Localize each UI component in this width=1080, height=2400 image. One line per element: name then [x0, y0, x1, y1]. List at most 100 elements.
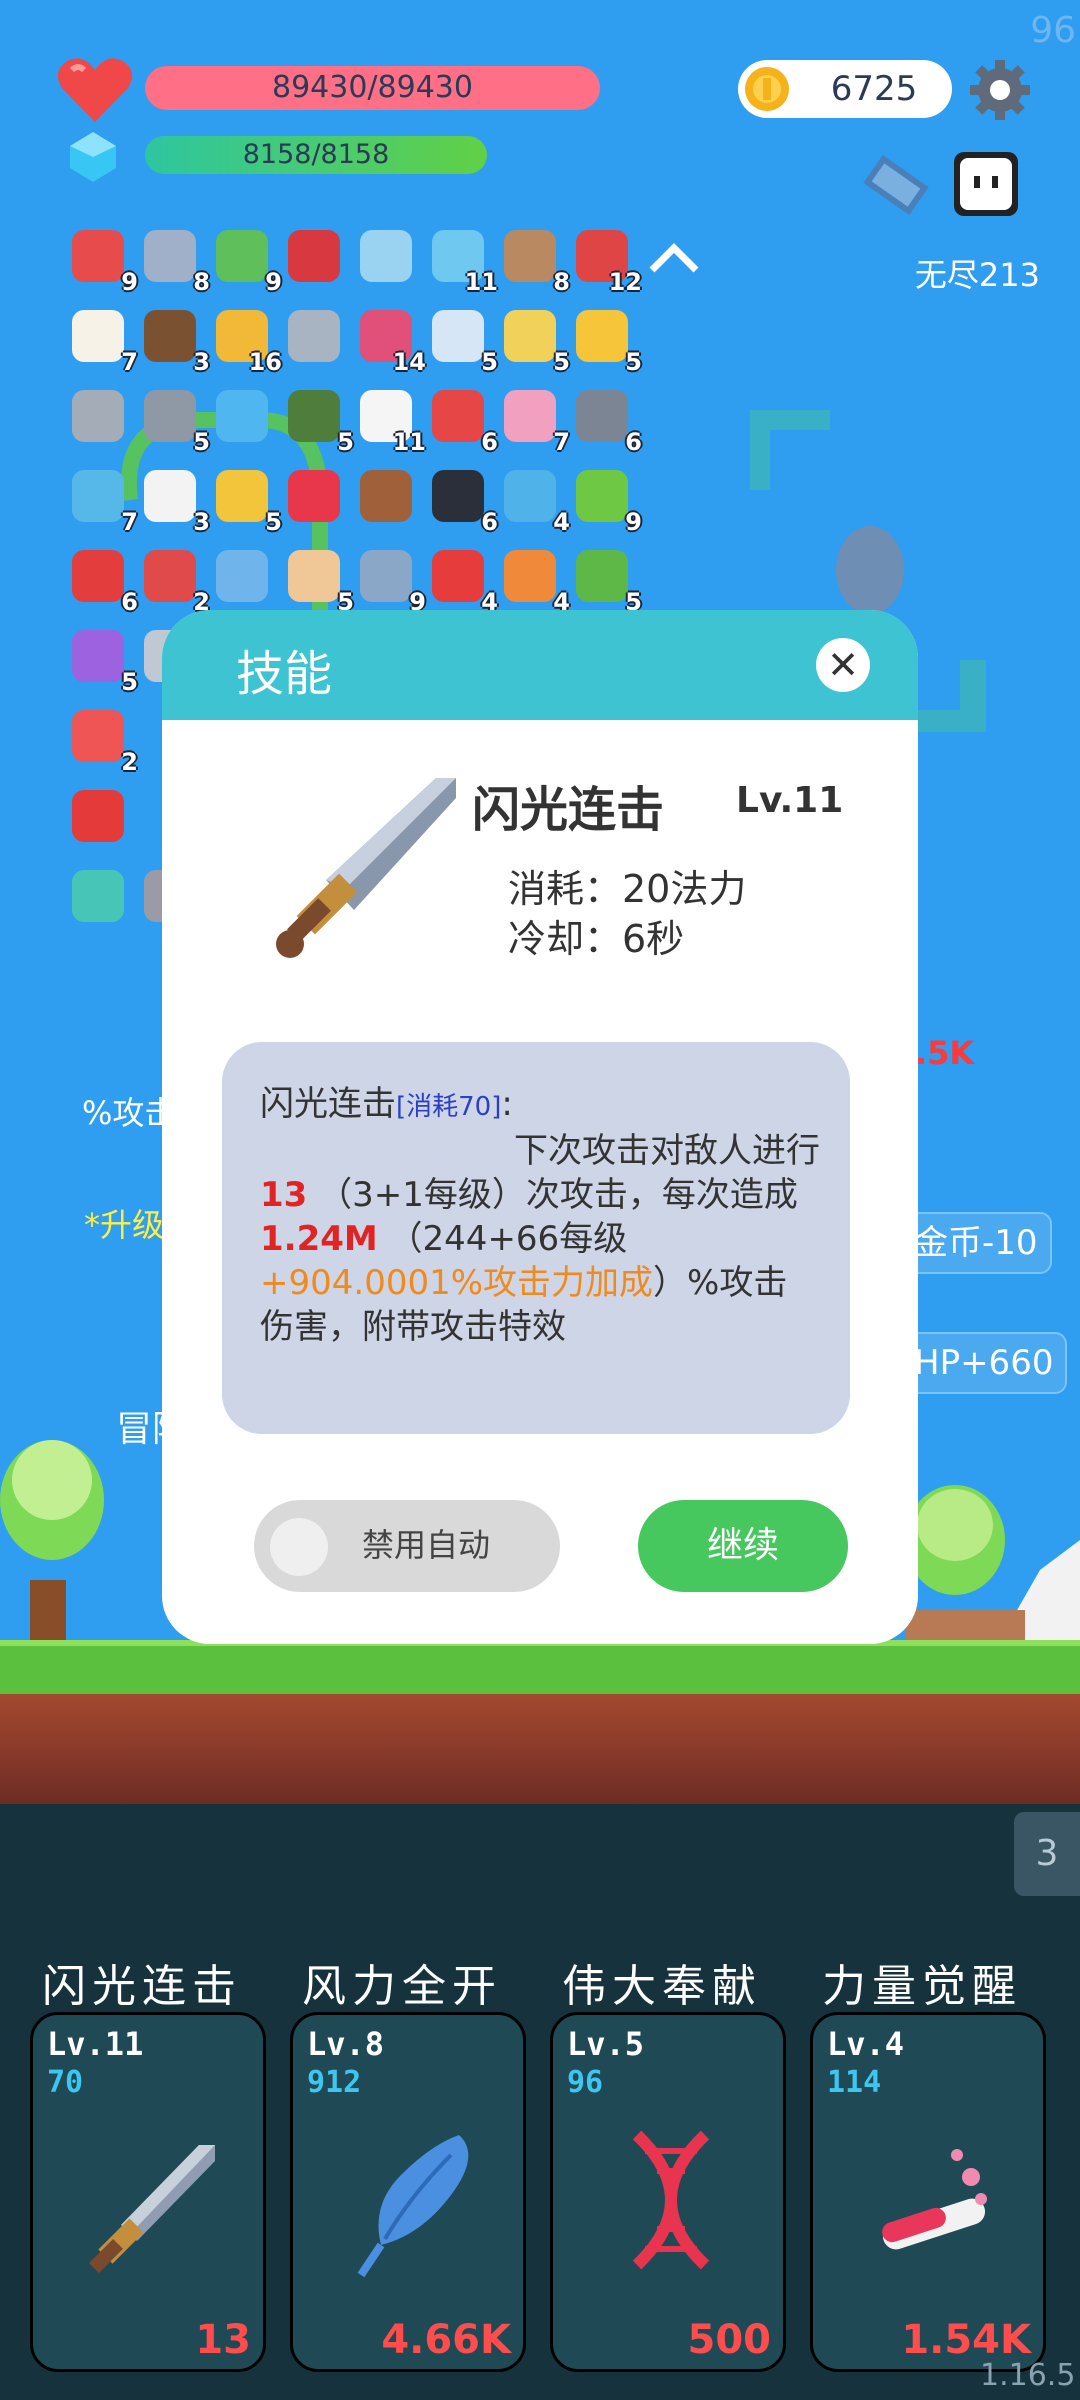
sword-icon [276, 778, 456, 958]
item-slot[interactable]: 6 [66, 546, 138, 616]
mushroom-icon [72, 550, 124, 602]
skill-card-level: Lv.8 [307, 2025, 385, 2063]
item-slot[interactable]: 9 [66, 226, 138, 296]
item-slot[interactable] [354, 466, 418, 530]
item-slot[interactable] [66, 866, 130, 930]
item-slot[interactable] [282, 466, 346, 530]
item-count: 14 [392, 348, 426, 376]
item-slot[interactable] [210, 546, 274, 610]
item-slot[interactable]: 16 [210, 306, 282, 376]
treasure-chest-icon [360, 470, 412, 522]
wave-badge[interactable]: 3 [1014, 1812, 1080, 1896]
item-slot[interactable]: 11 [426, 226, 498, 296]
item-slot[interactable]: 2 [138, 546, 210, 616]
item-slot[interactable]: 5 [570, 546, 642, 616]
item-slot[interactable] [354, 226, 418, 290]
item-slot[interactable]: 9 [570, 466, 642, 536]
item-slot[interactable]: 9 [210, 226, 282, 296]
item-slot[interactable]: 8 [498, 226, 570, 296]
item-count: 8 [193, 268, 210, 296]
item-slot[interactable]: 3 [138, 466, 210, 536]
item-count: 6 [481, 508, 498, 536]
item-slot[interactable]: 11 [354, 386, 426, 456]
item-slot[interactable]: 4 [498, 546, 570, 616]
skill-card-damage: 13 [195, 2317, 251, 2363]
goblin-icon [576, 550, 628, 602]
item-count: 5 [265, 508, 282, 536]
item-slot[interactable]: 4 [498, 466, 570, 536]
item-slot[interactable]: 7 [66, 306, 138, 376]
apple-icon [432, 550, 484, 602]
skill-card-damage: 500 [687, 2317, 772, 2363]
skill-level: Lv.11 [736, 780, 844, 821]
broken-heart-icon [144, 550, 196, 602]
skill-title-1: 闪光连击 [42, 1961, 242, 2012]
item-slot[interactable]: 2 [66, 706, 138, 776]
gear-icon[interactable] [968, 58, 1032, 122]
skill-cooldown: 冷却：6秒 [508, 917, 685, 961]
item-slot[interactable]: 5 [66, 626, 138, 696]
star-box-icon [72, 630, 124, 682]
skill-cost: 消耗：20法力 [508, 867, 747, 911]
item-slot[interactable]: 6 [426, 466, 498, 536]
skill-card-4[interactable]: Lv.4 114 1.54K [810, 2012, 1046, 2372]
pill-icon [432, 310, 484, 362]
continue-button[interactable]: 继续 [638, 1500, 848, 1592]
item-slot[interactable]: 6 [426, 386, 498, 456]
item-slot[interactable]: 5 [498, 306, 570, 376]
watermelon-icon [72, 230, 124, 282]
item-slot[interactable] [282, 306, 346, 370]
item-count: 9 [625, 508, 642, 536]
toggle-knob[interactable] [270, 1518, 328, 1576]
bat-icon [432, 470, 484, 522]
item-slot[interactable]: 5 [426, 306, 498, 376]
item-slot[interactable]: 9 [354, 546, 426, 616]
item-slot[interactable]: 5 [570, 306, 642, 376]
item-slot[interactable]: 4 [426, 546, 498, 616]
item-slot[interactable]: 5 [210, 466, 282, 536]
item-slot[interactable]: 7 [498, 386, 570, 456]
hp-upgrade-button[interactable]: HP+660 [900, 1332, 1068, 1394]
item-count: 3 [193, 348, 210, 376]
item-slot[interactable]: 8 [138, 226, 210, 296]
close-icon: ✕ [827, 643, 859, 687]
halo-icon [504, 310, 556, 362]
item-slot[interactable]: 5 [138, 386, 210, 456]
skill-card-damage: 1.54K [901, 2317, 1031, 2363]
desc-bonus: +904.0001%攻击力加成 [260, 1263, 654, 1303]
grass-ground [0, 1640, 1080, 1694]
upgrade-hint-text: *升级 [84, 1206, 165, 1244]
item-slot[interactable] [210, 386, 274, 450]
desc-skill-name: 闪光连击 [260, 1084, 396, 1124]
item-slot[interactable] [66, 786, 130, 850]
magnifier-icon [360, 230, 412, 282]
collapse-chevron-icon[interactable] [646, 238, 702, 278]
item-count: 3 [193, 508, 210, 536]
bulb-frame-icon [72, 870, 124, 922]
scroll-map-icon[interactable] [862, 148, 942, 228]
skill-card-3[interactable]: Lv.5 96 500 [550, 2012, 786, 2372]
skill-card-mana: 114 [827, 2065, 882, 2100]
item-slot[interactable]: 12 [570, 226, 642, 296]
item-slot[interactable]: 6 [570, 386, 642, 456]
skill-card-2[interactable]: Lv.8 912 4.66K [290, 2012, 526, 2372]
ghost-icon[interactable] [950, 148, 1022, 222]
coconut-icon [144, 310, 196, 362]
item-count: 6 [481, 428, 498, 456]
damage-number: .5K [915, 1034, 975, 1072]
item-slot[interactable] [282, 226, 346, 290]
item-slot[interactable]: 14 [354, 306, 426, 376]
skill-card-1[interactable]: Lv.11 70 13 [30, 2012, 266, 2372]
skill-name: 闪光连击 [472, 782, 665, 838]
gold-upgrade-button[interactable]: 金币-10 [900, 1212, 1052, 1274]
item-slot[interactable] [66, 386, 130, 450]
item-slot[interactable]: 5 [282, 386, 354, 456]
item-slot[interactable]: 5 [282, 546, 354, 616]
sword-icon [144, 230, 196, 282]
close-button[interactable]: ✕ [816, 638, 870, 692]
endless-mode-label: 无尽213 [914, 256, 1040, 294]
item-count: 12 [608, 268, 642, 296]
item-slot[interactable]: 3 [138, 306, 210, 376]
desc-hits-formula: （3+1每级）次攻击，每次造成 [318, 1175, 798, 1215]
item-slot[interactable]: 7 [66, 466, 138, 536]
